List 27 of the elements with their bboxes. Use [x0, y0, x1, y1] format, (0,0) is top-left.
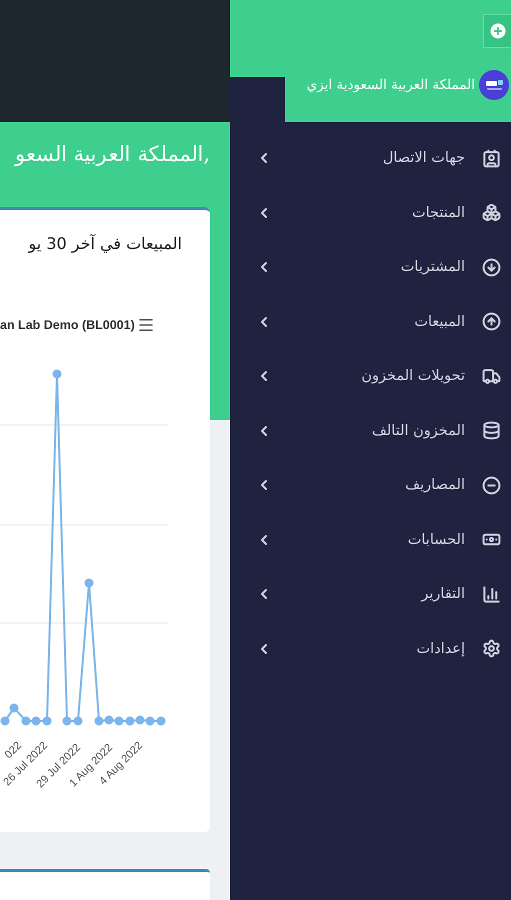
- logo-icon: [479, 70, 509, 100]
- sidebar-item[interactable]: المبيعات: [230, 294, 511, 349]
- arrow-up-circle-icon: [482, 312, 500, 332]
- minus-circle-icon: [482, 476, 500, 495]
- sidebar-item[interactable]: المصاريف: [230, 458, 511, 512]
- sidebar-item[interactable]: المنتجات: [230, 186, 511, 240]
- chart-title: an Lab Demo (BL0001): [0, 318, 135, 332]
- sidebar-item[interactable]: إعدادات: [230, 622, 511, 676]
- greeting-text: ,المملكة العربية السعو: [14, 142, 210, 168]
- sidebar-item[interactable]: المشتريات: [230, 240, 511, 294]
- brand-name: المملكة العربية السعودية ايزي: [306, 77, 475, 93]
- menu-icon[interactable]: [136, 316, 155, 334]
- arrow-down-circle-icon: [482, 258, 500, 277]
- sidebar-item[interactable]: تحويلات المخزون: [230, 349, 511, 404]
- sidebar-item[interactable]: الحسابات: [230, 512, 511, 567]
- database-icon: [482, 421, 500, 440]
- sidebar-item[interactable]: التقارير: [230, 567, 511, 622]
- card-title: المبيعات في آخر 30 يو: [28, 234, 182, 253]
- sidebar-item[interactable]: المخزون التالف: [230, 404, 511, 458]
- sidebar-item[interactable]: جهات الاتصال: [230, 131, 511, 186]
- axis-label: 022: [2, 740, 24, 762]
- settings-icon: [482, 639, 500, 658]
- boxes-icon: [482, 203, 500, 222]
- contact-card-icon: [482, 148, 500, 168]
- plus-circle-icon: [488, 21, 508, 41]
- bar-chart-icon: [482, 584, 500, 604]
- truck-icon: [482, 366, 500, 386]
